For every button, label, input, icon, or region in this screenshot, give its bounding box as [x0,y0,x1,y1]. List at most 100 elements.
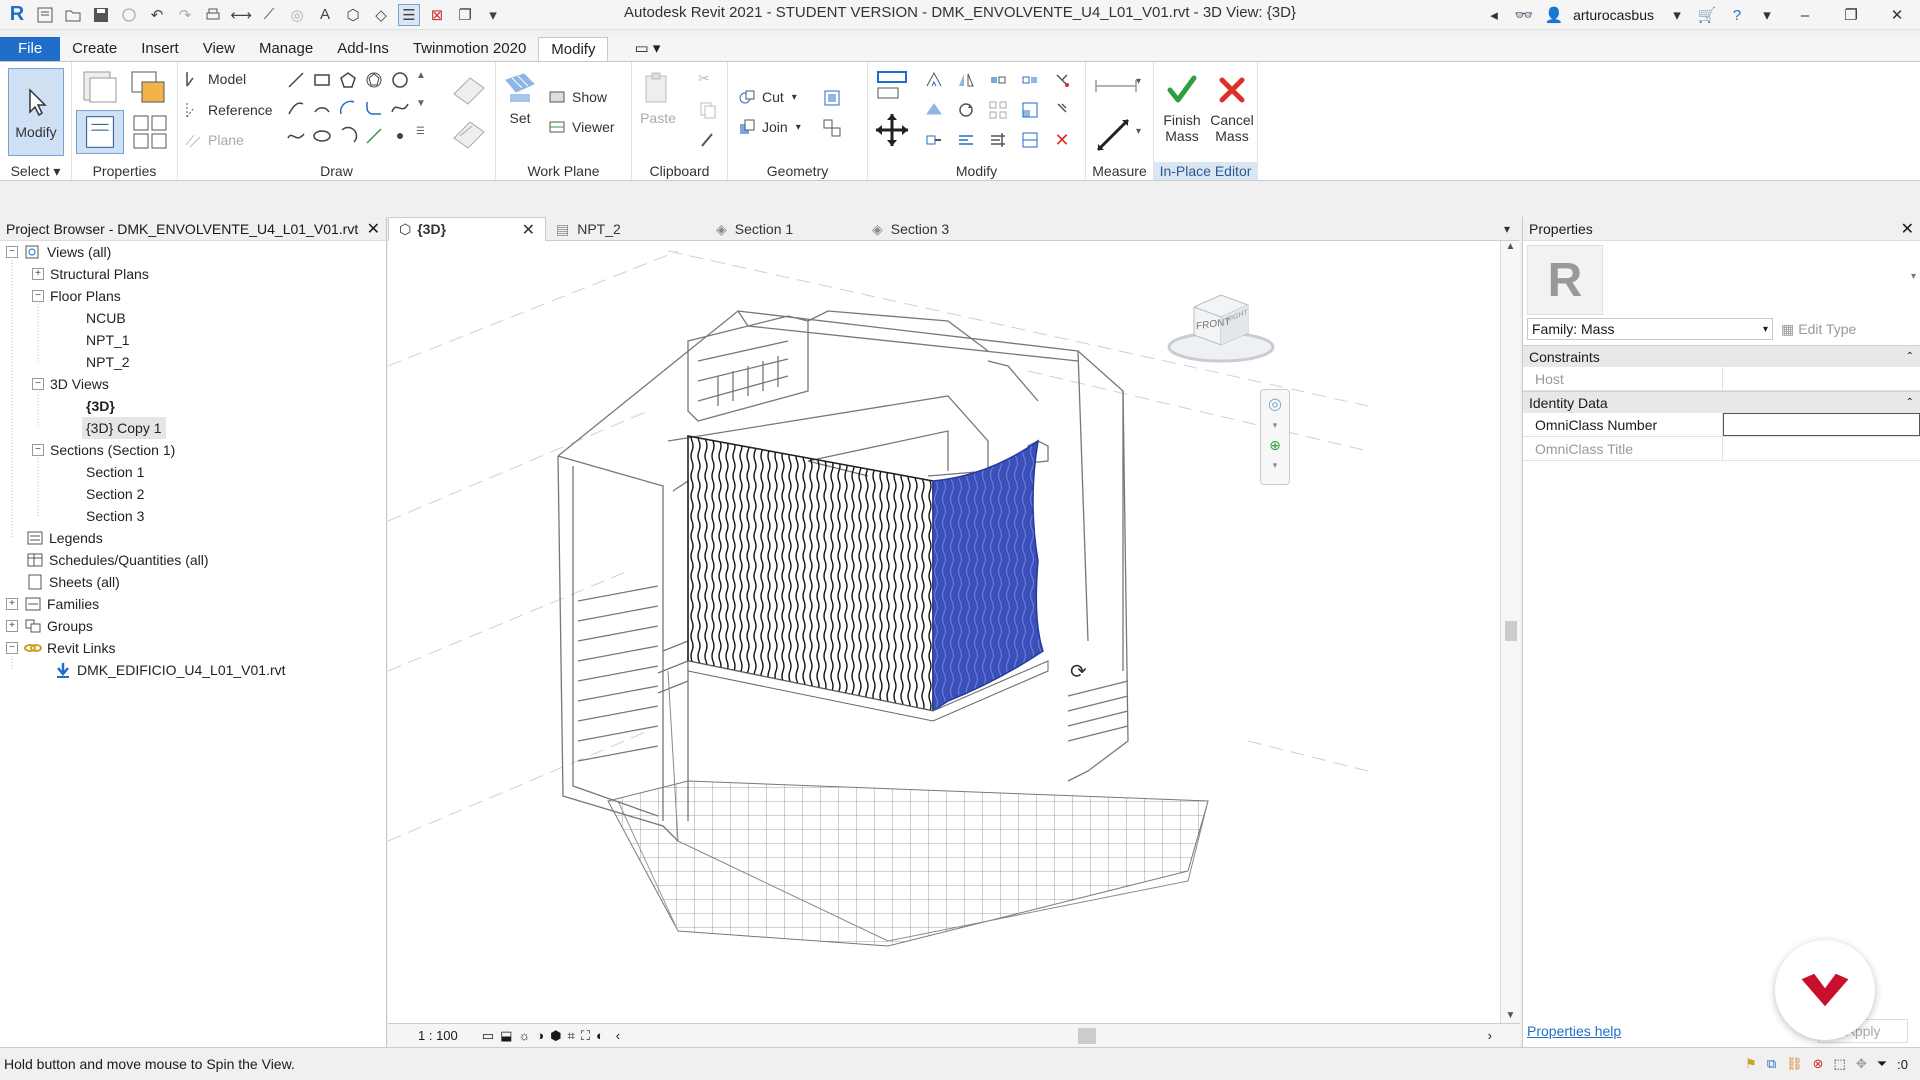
center-ends-arc-icon[interactable] [312,98,332,118]
edit-type-button[interactable]: ▦ Edit Type [1781,321,1856,338]
circumscribed-polygon-icon[interactable] [364,70,384,90]
trim-single-icon[interactable] [956,130,976,150]
tab-view[interactable]: View [191,37,247,61]
split-gap-icon[interactable] [1020,130,1040,150]
aligned-dimension-icon[interactable] [1092,114,1134,156]
type-selector-icon[interactable] [130,112,170,152]
tab-modify[interactable]: Modify [538,37,609,61]
spline-icon[interactable] [390,98,410,118]
tree-3d-views[interactable]: −3D Views [32,373,109,395]
split-element-icon[interactable] [1020,70,1040,90]
horizontal-scroll-thumb[interactable] [1078,1028,1096,1044]
tab-insert[interactable]: Insert [129,37,191,61]
redo-icon[interactable]: ↷ [174,4,196,26]
steering-wheel-icon[interactable]: ◎ [1268,394,1282,414]
point-element-icon[interactable] [390,126,410,146]
tree-view-3d-copy[interactable]: {3D} Copy 1 [82,417,166,439]
ellipse-icon[interactable] [286,126,306,146]
rectangle-icon[interactable] [312,70,332,90]
tree-structural-plans[interactable]: + Structural Plans [32,263,149,285]
3d-canvas[interactable]: FRONT RIGHT ◎ ▾ ⊕ ▾ ⟳ [388,241,1500,1023]
reference-line-button[interactable]: Reference [184,101,273,119]
undo-icon[interactable]: ↶ [146,4,168,26]
sun-path-icon[interactable]: ☼ [518,1028,530,1043]
collapse-icon[interactable]: − [6,246,18,258]
cut-geometry-button[interactable]: Cut ▾ [738,88,797,106]
measure-dropdown-icon[interactable]: ▾ [1136,76,1156,96]
fillet-arc-icon[interactable] [364,98,384,118]
tag-icon[interactable]: ◎ [286,4,308,26]
tangent-arc-icon[interactable] [338,98,358,118]
copy-clipboard-icon[interactable] [698,100,718,120]
username[interactable]: arturocasbus [1573,7,1654,23]
omniclass-number-field[interactable] [1723,413,1920,436]
crop-view-icon[interactable]: ⌗ [568,1028,575,1044]
close-hidden-icon[interactable]: ⊠ [426,4,448,26]
copy-icon[interactable] [924,100,944,120]
tree-families[interactable]: + Families [6,593,99,615]
select-pinned-icon[interactable]: ⊗ [1813,1056,1824,1072]
tree-revit-links[interactable]: − Revit Links [6,637,115,659]
close-window-icon[interactable]: ✕ [1874,0,1920,30]
scale-icon[interactable] [1020,100,1040,120]
pick-faces-icon[interactable] [364,126,384,146]
plane-button[interactable]: Plane [184,131,244,149]
rotate-icon[interactable] [956,100,976,120]
section-icon[interactable]: ◇ [370,4,392,26]
family-types-icon[interactable] [128,68,168,106]
app-menu-icon[interactable] [34,4,56,26]
viewer-button[interactable]: Viewer [548,118,615,136]
offset-icon[interactable] [924,70,944,90]
user-icon[interactable]: 👤 [1539,0,1569,30]
paste-button[interactable]: Paste [640,70,676,126]
work-plane-tool-icon[interactable] [450,70,488,108]
binoculars-icon[interactable]: 👓 [1509,0,1539,30]
temp-hide-icon[interactable]: ◐ [596,1028,604,1043]
finish-mass-button[interactable]: Finish Mass [1158,72,1206,144]
scroll-down-icon[interactable]: ▼ [416,98,436,118]
view-scale[interactable]: 1 : 100 [418,1028,458,1043]
tab-add-ins[interactable]: Add-Ins [325,37,401,61]
tree-npt1[interactable]: NPT_1 [86,329,130,351]
mirror-axis-icon[interactable] [956,70,976,90]
scroll-down-arrow[interactable]: ▼ [1501,1010,1520,1021]
tree-ncub[interactable]: NCUB [86,307,126,329]
view-tab-section-1[interactable]: ◈ Section 1 [706,217,862,241]
tree-sheets[interactable]: Sheets (all) [26,571,120,593]
filter-icon[interactable]: ⏷ [1877,1056,1887,1072]
cart-icon[interactable]: 🛒 [1692,0,1722,30]
line-icon[interactable] [286,70,306,90]
help-icon[interactable]: ? [1722,0,1752,30]
mirror-draw-icon[interactable] [988,70,1008,90]
constraints-section[interactable]: Constraints ⌃ [1523,345,1920,367]
revit-logo-icon[interactable]: R [6,3,28,26]
close-properties-icon[interactable]: ✕ [1901,219,1914,239]
tree-section-2[interactable]: Section 2 [86,483,144,505]
cut-clipboard-icon[interactable]: ✂ [698,70,718,90]
measure-between-icon[interactable] [1092,76,1140,96]
properties-toggle-icon[interactable] [76,110,124,154]
restore-icon[interactable]: ❐ [1828,0,1874,30]
zoom-region-icon[interactable]: ⊕ [1269,437,1281,454]
split-face-icon[interactable] [822,118,842,138]
show-crop-icon[interactable]: ⛶ [581,1028,590,1044]
dimension-icon[interactable]: ⟋ [258,4,280,26]
save-icon[interactable] [90,4,112,26]
set-work-plane-button[interactable]: Set [502,70,538,126]
expand-icon[interactable]: + [6,598,18,610]
view-tab-section-3[interactable]: ◈ Section 3 [862,217,1018,241]
help-dropdown-icon[interactable]: ▾ [1752,0,1782,30]
delete-icon[interactable]: ✕ [1052,130,1072,150]
start-end-arc-icon[interactable] [286,98,306,118]
ribbon-toggle-icon[interactable]: ▭ ▾ [622,37,672,61]
expand-icon[interactable]: + [32,268,44,280]
array-icon[interactable] [988,100,1008,120]
expand-left-icon[interactable]: ◂ [1479,0,1509,30]
circle-icon[interactable] [390,70,410,90]
close-browser-icon[interactable]: ✕ [367,219,380,239]
tab-file[interactable]: File [0,37,61,61]
tree-views-all[interactable]: − Views (all) [6,241,111,263]
modify-button[interactable]: Modify [8,68,64,156]
select-links-icon[interactable]: ⛓ [1786,1056,1803,1072]
align-icon[interactable] [874,68,910,104]
